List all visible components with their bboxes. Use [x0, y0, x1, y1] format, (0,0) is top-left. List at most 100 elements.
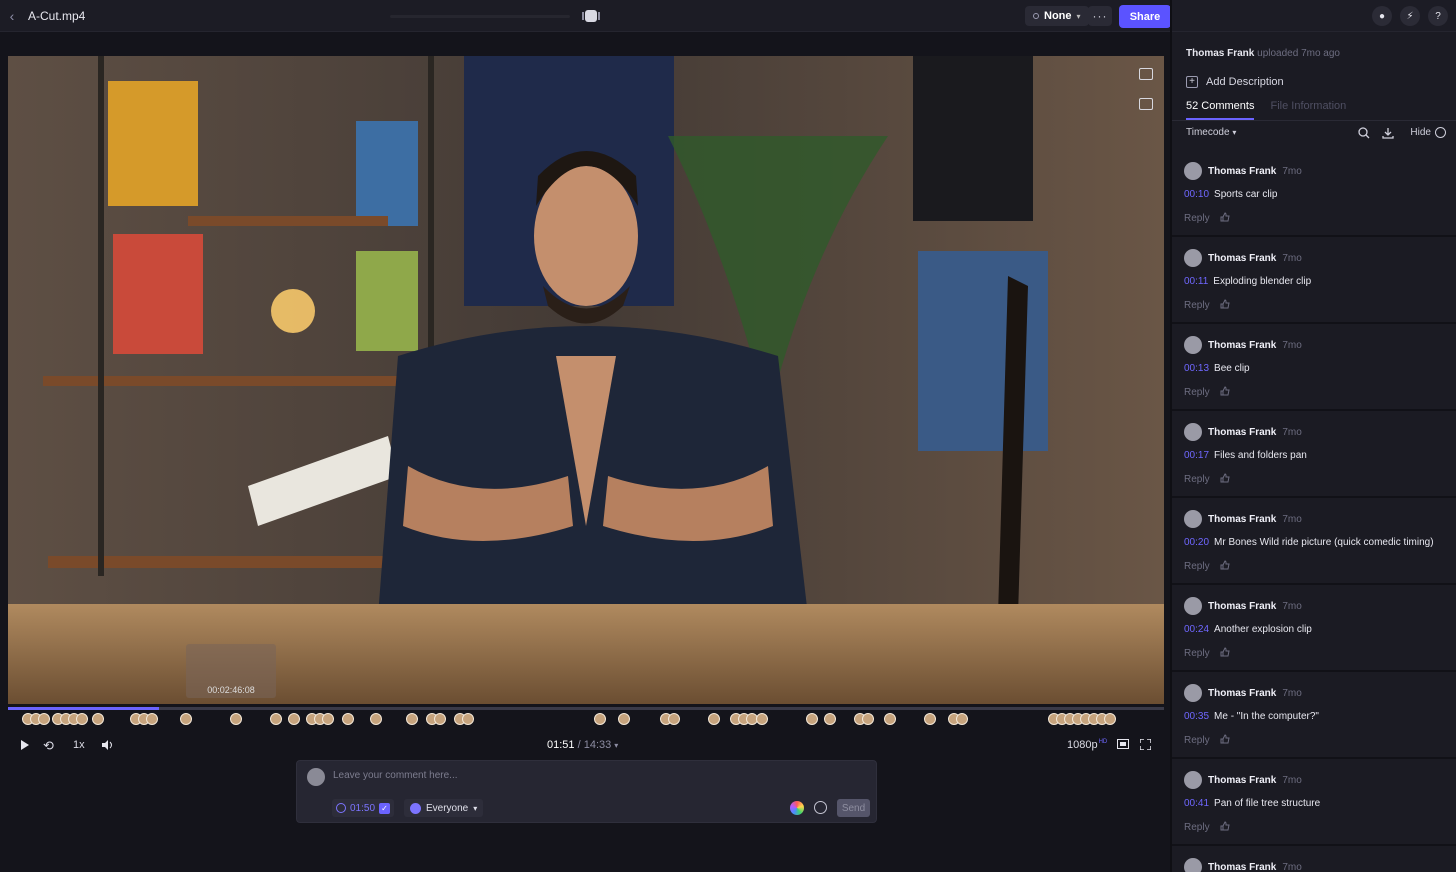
comment-item[interactable]: Thomas Frank 7mo 00:17 Files and folders … — [1172, 411, 1456, 498]
share-button[interactable]: Share — [1119, 5, 1171, 28]
download-icon[interactable] — [1382, 127, 1394, 142]
comment-marker[interactable] — [462, 713, 474, 725]
fullscreen-icon[interactable] — [1140, 739, 1151, 750]
comment-item[interactable]: Thomas Frank 7mo Reply — [1172, 846, 1456, 872]
comment-item[interactable]: Thomas Frank 7mo 00:41 Pan of file tree s… — [1172, 759, 1456, 846]
comment-author[interactable]: Thomas Frank — [1208, 862, 1276, 872]
user-icon[interactable]: ● — [1372, 6, 1392, 26]
comment-author[interactable]: Thomas Frank — [1208, 601, 1276, 612]
video-frame[interactable] — [8, 56, 1164, 704]
draw-color-icon[interactable] — [790, 801, 804, 815]
comment-marker[interactable] — [270, 713, 282, 725]
reply-button[interactable]: Reply — [1184, 387, 1210, 398]
lightning-icon[interactable]: ⚡ — [1400, 6, 1420, 26]
like-icon[interactable] — [1220, 647, 1230, 660]
comment-marker[interactable] — [322, 713, 334, 725]
audience-dropdown[interactable]: Everyone ▾ — [404, 799, 484, 817]
comment-timecode[interactable]: 00:20 — [1184, 537, 1209, 548]
comment-item[interactable]: Thomas Frank 7mo 00:11 Exploding blender … — [1172, 237, 1456, 324]
comment-icon[interactable] — [1139, 68, 1153, 80]
comment-marker[interactable] — [824, 713, 836, 725]
comment-marker[interactable] — [756, 713, 768, 725]
back-icon[interactable]: ‹ — [0, 0, 24, 32]
add-description-button[interactable]: + Add Description — [1186, 76, 1284, 88]
emoji-icon[interactable] — [814, 801, 827, 814]
like-icon[interactable] — [1220, 212, 1230, 225]
like-icon[interactable] — [1220, 473, 1230, 486]
play-icon[interactable] — [20, 739, 30, 751]
reply-button[interactable]: Reply — [1184, 822, 1210, 833]
comment-timecode[interactable]: 00:17 — [1184, 450, 1209, 461]
playback-speed[interactable]: 1x — [73, 739, 85, 751]
comment-marker[interactable] — [38, 713, 50, 725]
reply-button[interactable]: Reply — [1184, 648, 1210, 659]
comment-timecode[interactable]: 00:35 — [1184, 711, 1209, 722]
comment-marker[interactable] — [230, 713, 242, 725]
comment-item[interactable]: Thomas Frank 7mo 00:13 Bee clip Reply — [1172, 324, 1456, 411]
compare-icon[interactable] — [1139, 98, 1153, 110]
comment-author[interactable]: Thomas Frank — [1208, 340, 1276, 351]
comment-item[interactable]: Thomas Frank 7mo 00:10 Sports car clip Re… — [1172, 150, 1456, 237]
comment-author[interactable]: Thomas Frank — [1208, 166, 1276, 177]
comment-marker[interactable] — [618, 713, 630, 725]
comment-marker[interactable] — [288, 713, 300, 725]
timecode-toggle[interactable]: 01:50 ✓ — [332, 799, 395, 817]
comment-marker[interactable] — [406, 713, 418, 725]
viewer-mode-icon[interactable] — [582, 9, 600, 23]
comment-timecode[interactable]: 00:13 — [1184, 363, 1209, 374]
reply-button[interactable]: Reply — [1184, 735, 1210, 746]
comment-marker[interactable] — [370, 713, 382, 725]
comment-item[interactable]: Thomas Frank 7mo 00:20 Mr Bones Wild ride… — [1172, 498, 1456, 585]
comment-marker[interactable] — [180, 713, 192, 725]
like-icon[interactable] — [1220, 299, 1230, 312]
comment-author[interactable]: Thomas Frank — [1208, 775, 1276, 786]
comment-marker[interactable] — [76, 713, 88, 725]
reply-button[interactable]: Reply — [1184, 300, 1210, 311]
comment-marker[interactable] — [594, 713, 606, 725]
comment-marker[interactable] — [1104, 713, 1116, 725]
comment-author[interactable]: Thomas Frank — [1208, 253, 1276, 264]
send-button[interactable]: Send — [837, 799, 870, 817]
tab-file-information[interactable]: File Information — [1270, 100, 1346, 120]
comment-marker[interactable] — [434, 713, 446, 725]
reply-button[interactable]: Reply — [1184, 213, 1210, 224]
comment-author[interactable]: Thomas Frank — [1208, 514, 1276, 525]
timecode-display[interactable]: 01:51 / 14:33 ▾ — [547, 739, 618, 751]
sort-dropdown[interactable]: Timecode ▾ — [1186, 127, 1236, 138]
quality-selector[interactable]: 1080p HD — [1067, 739, 1107, 751]
more-button[interactable]: ··· — [1088, 6, 1112, 26]
search-icon[interactable] — [1358, 127, 1370, 142]
reply-button[interactable]: Reply — [1184, 561, 1210, 572]
comment-marker[interactable] — [708, 713, 720, 725]
reply-button[interactable]: Reply — [1184, 474, 1210, 485]
comment-marker[interactable] — [668, 713, 680, 725]
comment-marker[interactable] — [92, 713, 104, 725]
like-icon[interactable] — [1220, 560, 1230, 573]
like-icon[interactable] — [1220, 821, 1230, 834]
tab-comments[interactable]: 52 Comments — [1186, 100, 1255, 120]
comment-item[interactable]: Thomas Frank 7mo 00:24 Another explosion … — [1172, 585, 1456, 672]
comment-marker[interactable] — [862, 713, 874, 725]
comment-item[interactable]: Thomas Frank 7mo 00:35 Me - "In the compu… — [1172, 672, 1456, 759]
like-icon[interactable] — [1220, 734, 1230, 747]
comment-marker[interactable] — [956, 713, 968, 725]
comment-marker[interactable] — [924, 713, 936, 725]
comment-input[interactable]: Leave your comment here... — [333, 770, 458, 781]
help-icon[interactable]: ? — [1428, 6, 1448, 26]
comment-timecode[interactable]: 00:24 — [1184, 624, 1209, 635]
comment-timecode[interactable]: 00:41 — [1184, 798, 1209, 809]
comment-marker[interactable] — [806, 713, 818, 725]
top-scrubber[interactable] — [390, 15, 570, 18]
checkbox-checked-icon[interactable]: ✓ — [379, 802, 391, 814]
comment-timecode[interactable]: 00:10 — [1184, 189, 1209, 200]
comment-marker[interactable] — [342, 713, 354, 725]
comment-marker[interactable] — [146, 713, 158, 725]
timeline-track[interactable] — [8, 707, 1164, 710]
status-dropdown[interactable]: None ▾ — [1025, 6, 1089, 26]
comment-marker[interactable] — [884, 713, 896, 725]
hide-button[interactable]: Hide — [1410, 127, 1446, 138]
comment-author[interactable]: Thomas Frank — [1208, 688, 1276, 699]
comment-timecode[interactable]: 00:11 — [1184, 276, 1208, 287]
loop-icon[interactable]: ⟲ — [43, 738, 54, 754]
volume-icon[interactable] — [101, 739, 114, 751]
